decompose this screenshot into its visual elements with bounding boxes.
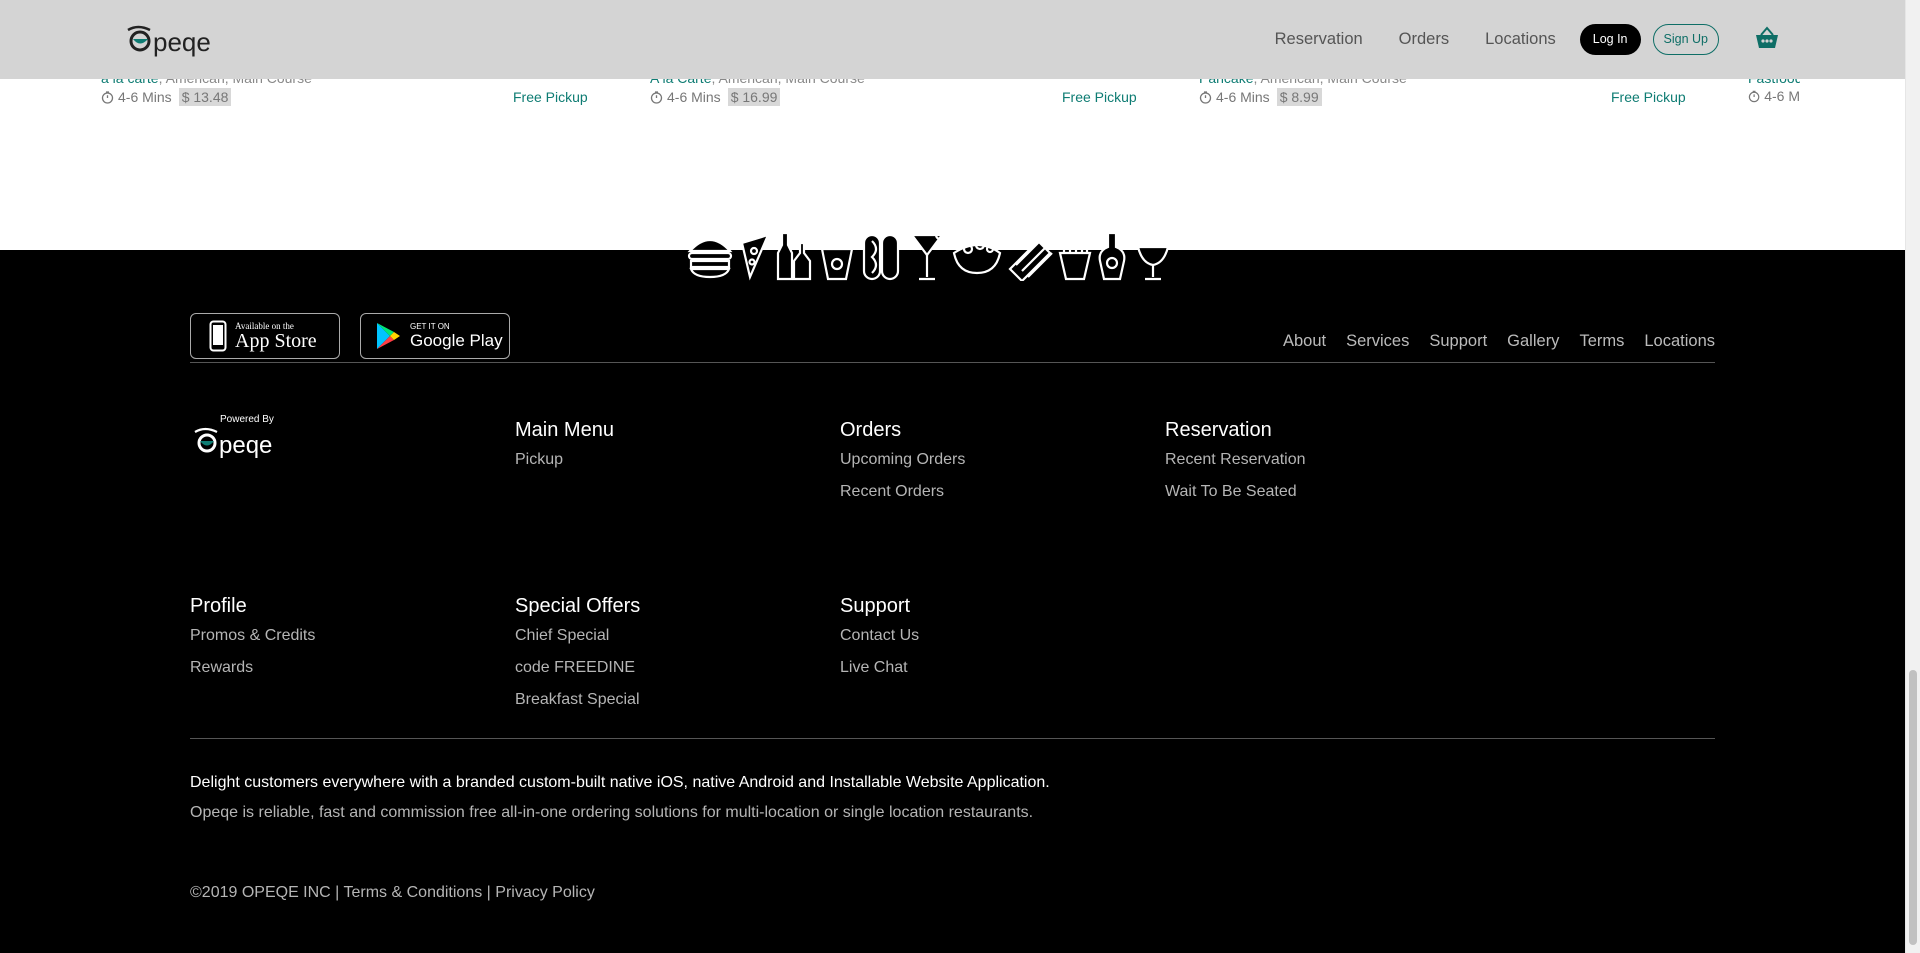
link-live-chat[interactable]: Live Chat: [840, 658, 919, 678]
app-store-badge[interactable]: Available on the App Store: [190, 313, 340, 359]
basket-icon[interactable]: [1754, 26, 1780, 50]
card-time: 4-6 Mins: [118, 89, 172, 105]
burger-icon: [687, 238, 733, 279]
card-price: $ 8.99: [1276, 88, 1322, 106]
link-promos-credits[interactable]: Promos & Credits: [190, 626, 315, 646]
footer-link-support[interactable]: Support: [1429, 332, 1487, 351]
col-title: Profile: [190, 595, 247, 617]
salad-bowl-icon: [952, 239, 1002, 275]
page-scrollbar[interactable]: [1905, 0, 1920, 953]
col-title: Special Offers: [515, 595, 641, 617]
link-pickup[interactable]: Pickup: [515, 450, 614, 470]
iphone-icon: [209, 320, 227, 352]
footer-description: Opeqe is reliable, fast and commission f…: [190, 804, 1034, 821]
svg-text:peqe: peqe: [153, 27, 211, 57]
copyright-text: ©2019 OPEQE INC: [190, 884, 331, 901]
footer-link-gallery[interactable]: Gallery: [1507, 332, 1559, 351]
hotdog-icon: [862, 233, 900, 281]
svg-text:peqe: peqe: [219, 432, 272, 459]
footer-divider: [190, 738, 1715, 739]
footer-tagline: Delight customers everywhere with a bran…: [190, 774, 1050, 791]
google-play-badge[interactable]: GET IT ON Google Play: [360, 313, 510, 359]
nav-orders[interactable]: Orders: [1399, 30, 1449, 49]
link-breakfast-special[interactable]: Breakfast Special: [515, 690, 640, 710]
opeqe-footer-logo: peqe: [194, 427, 272, 459]
footer-link-about[interactable]: About: [1283, 332, 1326, 351]
bottles-icon: [776, 231, 812, 281]
nav-locations[interactable]: Locations: [1485, 30, 1556, 49]
sandwich-icon: [1008, 238, 1053, 281]
separator: |: [330, 884, 344, 901]
footer-nav: About Services Support Gallery Terms Loc…: [1263, 332, 1715, 351]
footer-link-locations[interactable]: Locations: [1644, 332, 1715, 351]
link-recent-orders[interactable]: Recent Orders: [840, 482, 965, 502]
col-title: Orders: [840, 419, 902, 441]
footer-col-profile: Profile Promos & Credits Rewards: [190, 594, 315, 690]
footer-col-support: Support Contact Us Live Chat: [840, 594, 919, 690]
card-price: $ 16.99: [727, 88, 781, 106]
footer-link-terms[interactable]: Terms: [1579, 332, 1624, 351]
card-time: 4-6 M: [1764, 88, 1800, 104]
card-price: $ 13.48: [178, 88, 232, 106]
tropical-drink-icon: [1136, 230, 1176, 281]
terms-link[interactable]: Terms & Conditions: [344, 884, 483, 901]
drink-cup-icon: [820, 228, 854, 281]
stopwatch-icon: [1748, 90, 1760, 102]
stopwatch-icon: [101, 90, 114, 104]
card-pickup: Free Pickup: [513, 89, 588, 105]
link-upcoming-orders[interactable]: Upcoming Orders: [840, 450, 965, 470]
google-play-big-text: Google Play: [410, 331, 503, 350]
link-contact-us[interactable]: Contact Us: [840, 626, 919, 646]
copyright-line: ©2019 OPEQE INC | Terms & Conditions | P…: [190, 884, 595, 902]
stopwatch-icon: [650, 90, 663, 104]
sauce-bottle-icon: [1098, 231, 1126, 281]
footer-col-special-offers: Special Offers Chief Special code FREEDI…: [515, 594, 640, 722]
col-title: Support: [840, 595, 911, 617]
powered-by-text: Powered By: [220, 414, 274, 425]
login-button[interactable]: Log In: [1579, 23, 1641, 55]
col-title: Reservation: [1165, 419, 1272, 441]
link-chief-special[interactable]: Chief Special: [515, 626, 640, 646]
footer-col-reservation: Reservation Recent Reservation Wait To B…: [1165, 418, 1306, 514]
food-icons-banner: [687, 228, 1176, 281]
powered-by-logo[interactable]: Powered By peqe: [193, 414, 308, 460]
nav-reservation[interactable]: Reservation: [1275, 30, 1363, 49]
fries-icon: [1058, 233, 1092, 281]
top-header: peqe Reservation Orders Locations Log In…: [0, 0, 1905, 79]
footer-col-orders: Orders Upcoming Orders Recent Orders: [840, 418, 965, 514]
card-time: 4-6 Mins: [1216, 89, 1270, 105]
main-nav: Reservation Orders Locations Log In Sign…: [1275, 23, 1785, 55]
link-wait-to-be-seated[interactable]: Wait To Be Seated: [1165, 482, 1306, 502]
col-title: Main Menu: [515, 419, 614, 441]
link-rewards[interactable]: Rewards: [190, 658, 315, 678]
card-pickup: Free Pickup: [1611, 89, 1686, 105]
pizza-slice-icon: [740, 233, 770, 281]
opeqe-logo[interactable]: peqe: [124, 20, 236, 60]
stopwatch-icon: [1199, 90, 1212, 104]
scrollbar-thumb[interactable]: [1909, 670, 1917, 945]
card-time: 4-6 Mins: [667, 89, 721, 105]
cocktail-icon: [909, 229, 946, 281]
separator: |: [482, 884, 496, 901]
google-play-icon: [377, 323, 400, 349]
link-code-freedine[interactable]: code FREEDINE: [515, 658, 640, 678]
signup-button[interactable]: Sign Up: [1652, 23, 1719, 55]
privacy-link[interactable]: Privacy Policy: [495, 884, 595, 901]
link-recent-reservation[interactable]: Recent Reservation: [1165, 450, 1306, 470]
footer-col-main-menu: Main Menu Pickup: [515, 418, 614, 482]
footer-link-services[interactable]: Services: [1346, 332, 1409, 351]
footer-divider: [190, 362, 1715, 363]
card-pickup: Free Pickup: [1062, 89, 1137, 105]
app-store-big-text: App Store: [235, 330, 317, 352]
